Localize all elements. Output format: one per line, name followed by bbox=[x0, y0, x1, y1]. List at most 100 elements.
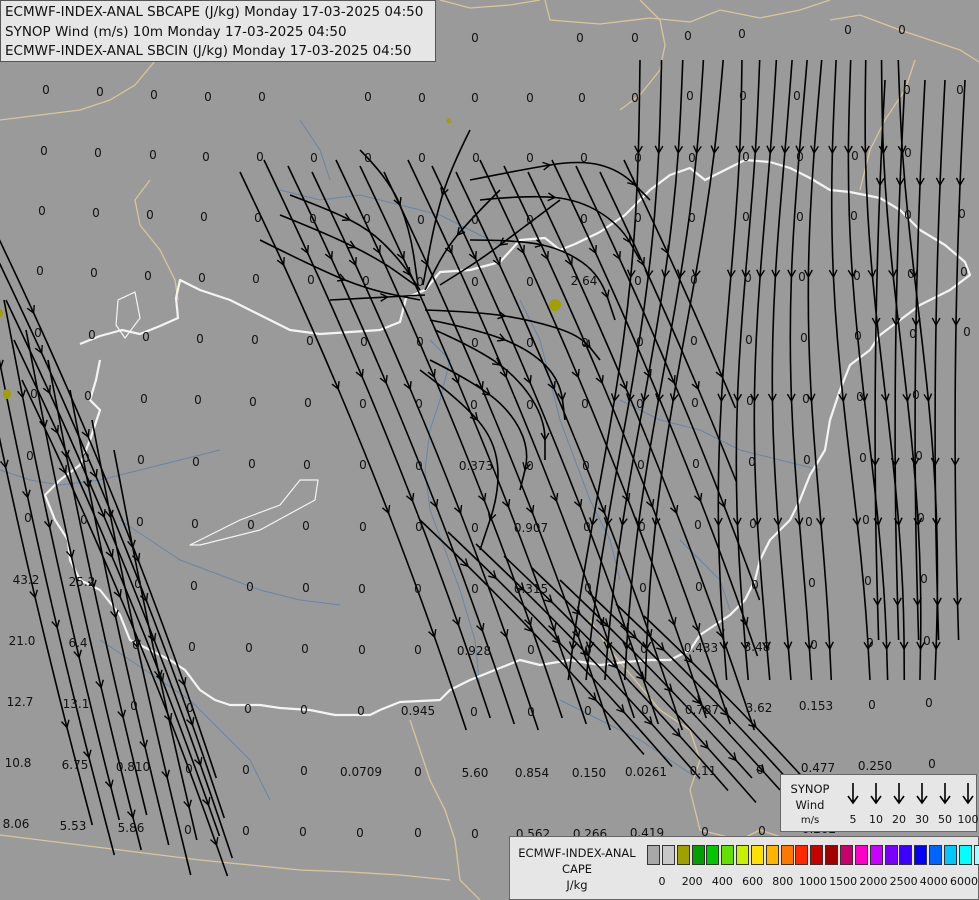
cape-value: 0 bbox=[692, 457, 700, 471]
cape-value: 0 bbox=[526, 91, 534, 105]
cape-value: 0.928 bbox=[457, 644, 491, 658]
synop-unit-text: m/s bbox=[800, 815, 820, 826]
cape-color-swatch bbox=[706, 845, 720, 865]
synop-wind-legend: SYNOP Wind m/s 5 10 20 30 50 100 bbox=[780, 774, 979, 832]
cape-value: 6.75 bbox=[62, 758, 89, 772]
cape-value: 0 bbox=[30, 387, 38, 401]
cape-value: 0 bbox=[360, 335, 368, 349]
cape-value: 0.477 bbox=[801, 761, 835, 775]
cape-value: 0 bbox=[242, 824, 250, 838]
cape-value: 0 bbox=[805, 515, 813, 529]
cape-value: 8.48 bbox=[744, 640, 771, 654]
cape-color-swatch bbox=[958, 845, 972, 865]
weather-map[interactable]: 0 0 0 0 0 0 0 0 0 0 0 0 0 0 0 0 0 0 0 0 0 0 0 0 0 0 0 0 0 0 0 0 0 0 0 0 0 0 0 0… bbox=[0, 0, 979, 900]
cape-legend-unit-text: J/kg bbox=[566, 878, 588, 892]
cape-value: 0.854 bbox=[515, 766, 549, 780]
cape-value: 43.2 bbox=[13, 573, 40, 587]
title-cape: ECMWF-INDEX-ANAL SBCAPE (J/kg) Monday 17… bbox=[5, 4, 424, 20]
cape-value: 0 bbox=[583, 520, 591, 534]
synop-speed-label: 10 bbox=[869, 813, 883, 826]
cape-value: 0 bbox=[249, 395, 257, 409]
cape-value: 0 bbox=[631, 91, 639, 105]
cape-value: 5.60 bbox=[462, 766, 489, 780]
cape-value: 0 bbox=[415, 459, 423, 473]
synop-speed-arrow bbox=[887, 779, 911, 813]
cape-value: 0 bbox=[738, 27, 746, 41]
cape-value: 0 bbox=[803, 453, 811, 467]
cape-value: 0 bbox=[866, 636, 874, 650]
coastline bbox=[619, 0, 666, 111]
cape-value: 0 bbox=[526, 336, 534, 350]
cape-value: 2.64 bbox=[571, 274, 598, 288]
cape-value: 0 bbox=[471, 275, 479, 289]
streamline bbox=[419, 519, 645, 756]
cape-value: 0 bbox=[470, 398, 478, 412]
down-arrow-icon bbox=[893, 783, 905, 805]
cape-color-swatch bbox=[943, 845, 957, 865]
cape-value: 0 bbox=[850, 209, 858, 223]
cape-value: 0 bbox=[923, 634, 931, 648]
cape-value: 0 bbox=[198, 271, 206, 285]
cape-value: 0 bbox=[898, 23, 906, 37]
coastline bbox=[859, 59, 916, 191]
cape-value: 0 bbox=[862, 513, 870, 527]
cape-value: 0 bbox=[137, 453, 145, 467]
cape-value: 8.06 bbox=[3, 817, 30, 831]
streamline bbox=[239, 171, 468, 731]
cape-value: 0 bbox=[748, 455, 756, 469]
synop-speed-arrow bbox=[910, 779, 934, 813]
cape-scale-label: 2000 bbox=[859, 875, 888, 888]
cape-scale-label: 600 bbox=[742, 875, 764, 888]
synop-speed-label: 50 bbox=[938, 813, 952, 826]
cape-color-swatch bbox=[691, 845, 705, 865]
cape-value: 0 bbox=[38, 204, 46, 218]
cape-value: 0 bbox=[928, 757, 936, 771]
cape-color-swatch bbox=[647, 845, 660, 865]
coastline bbox=[0, 834, 451, 881]
cape-value: 12.7 bbox=[7, 695, 34, 709]
cape-value: 0 bbox=[34, 326, 42, 340]
cape-value: 0 bbox=[304, 396, 312, 410]
cape-value: 0 bbox=[96, 85, 104, 99]
title-wind: SYNOP Wind (m/s) 10m Monday 17-03-2025 0… bbox=[5, 23, 347, 40]
streamline bbox=[439, 199, 561, 286]
cape-value: 0 bbox=[912, 388, 920, 402]
cape-value: 0 bbox=[527, 705, 535, 719]
coastline bbox=[409, 719, 481, 900]
cape-value: 0 bbox=[686, 89, 694, 103]
synop-subtitle-text: Wind bbox=[795, 798, 825, 812]
cape-value: 0 bbox=[246, 580, 254, 594]
cape-value: 0 bbox=[303, 458, 311, 472]
cape-color-swatch bbox=[795, 845, 809, 865]
cape-value: 0 bbox=[742, 150, 750, 164]
cape-value: 0.0261 bbox=[625, 765, 667, 779]
cape-value: 0 bbox=[800, 331, 808, 345]
cape-value: 0 bbox=[359, 397, 367, 411]
river bbox=[299, 119, 331, 181]
cape-value: 0.373 bbox=[459, 459, 493, 473]
cape-value: 0 bbox=[252, 272, 260, 286]
cape-value: 0 bbox=[694, 518, 702, 532]
cape-color-swatch bbox=[676, 845, 690, 865]
cape-color-swatch bbox=[825, 845, 839, 865]
cape-value: 0 bbox=[691, 396, 699, 410]
cape-value: 0 bbox=[130, 699, 138, 713]
cape-value: 0 bbox=[358, 643, 366, 657]
down-arrow-icon bbox=[962, 783, 974, 805]
cape-value: 0 bbox=[94, 146, 102, 160]
cape-value: 21.0 bbox=[9, 634, 36, 648]
cape-scale-label: 800 bbox=[772, 875, 794, 888]
cape-value: 0 bbox=[256, 150, 264, 164]
cape-value: 0.945 bbox=[401, 704, 435, 718]
cape-value: 0.315 bbox=[514, 582, 548, 596]
cape-value: 0 bbox=[471, 336, 479, 350]
cape-value: 0 bbox=[526, 459, 534, 473]
cape-value: 0 bbox=[364, 151, 372, 165]
cape-value: 0 bbox=[688, 211, 696, 225]
cape-value: 5.53 bbox=[60, 819, 87, 833]
synop-legend-title: SYNOP Wind m/s bbox=[783, 781, 837, 829]
cape-value: 0 bbox=[248, 457, 256, 471]
cape-value: 0.787 bbox=[685, 703, 719, 717]
cape-legend-subtitle-text: CAPE bbox=[561, 862, 593, 876]
streamline bbox=[0, 436, 94, 826]
